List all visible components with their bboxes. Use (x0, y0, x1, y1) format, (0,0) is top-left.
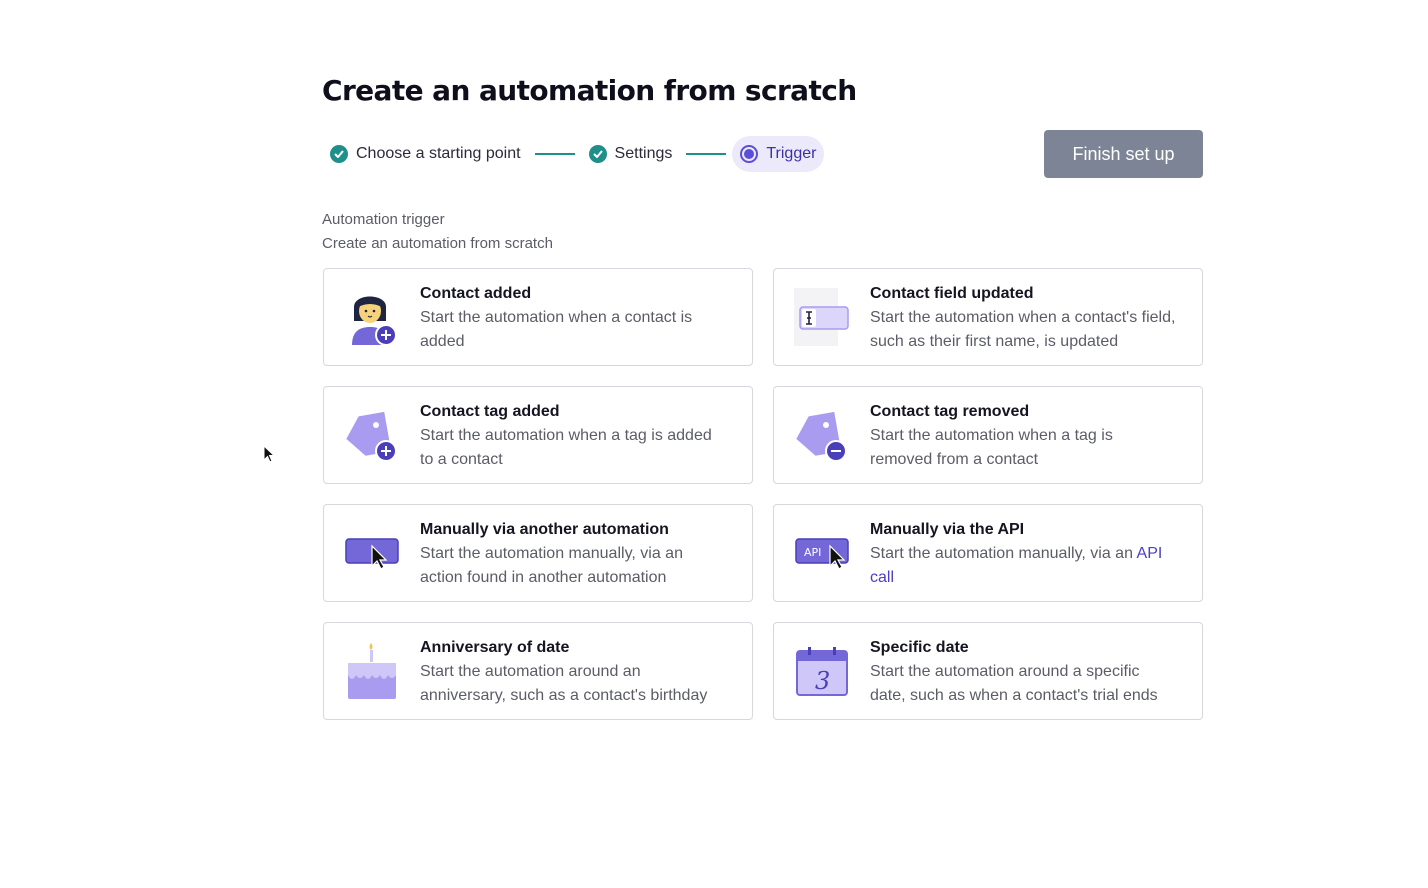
trigger-title: Anniversary of date (420, 639, 570, 656)
calendar-day-number: 3 (815, 667, 830, 695)
trigger-grid: Contact added Start the automation when … (323, 268, 1203, 720)
trigger-card-contact-field-updated[interactable]: Contact field updated Start the automati… (773, 268, 1203, 366)
trigger-title: Contact field updated (870, 285, 1034, 302)
trigger-card-anniversary[interactable]: Anniversary of date Start the automation… (323, 622, 753, 720)
trigger-description-text: Start the automation manually, via an (870, 545, 1137, 562)
trigger-description: Start the automation when a contact's fi… (870, 309, 1176, 350)
tag-remove-icon (774, 387, 870, 483)
trigger-card-manual-api[interactable]: API Manually via the API Start the autom… (773, 504, 1203, 602)
step-connector (534, 153, 575, 155)
contact-field-icon (774, 269, 870, 365)
page-title: Create an automation from scratch (322, 74, 857, 107)
step-trigger[interactable]: Trigger (732, 136, 825, 172)
trigger-card-manual-automation[interactable]: Manually via another automation Start th… (323, 504, 753, 602)
step-label: Choose a starting point (356, 145, 521, 162)
trigger-title: Contact tag added (420, 403, 560, 420)
trigger-title: Specific date (870, 639, 969, 656)
trigger-title: Contact added (420, 285, 532, 302)
trigger-card-contact-tag-added[interactable]: Contact tag added Start the automation w… (323, 386, 753, 484)
trigger-description: Start the automation around a specific d… (870, 663, 1158, 704)
trigger-title: Manually via another automation (420, 521, 669, 538)
mouse-pointer-icon (263, 445, 276, 463)
birthday-cake-icon (324, 623, 420, 719)
trigger-description: Start the automation when a tag is remov… (870, 427, 1113, 468)
step-connector (686, 153, 727, 155)
trigger-description: Start the automation manually, via an ac… (420, 545, 683, 586)
trigger-description: Start the automation when a tag is added… (420, 427, 712, 468)
step-label: Settings (614, 145, 673, 162)
trigger-card-contact-tag-removed[interactable]: Contact tag removed Start the automation… (773, 386, 1203, 484)
automation-cursor-icon (324, 505, 420, 601)
trigger-card-contact-added[interactable]: Contact added Start the automation when … (323, 268, 753, 366)
trigger-description: Start the automation manually, via an AP… (870, 542, 1178, 590)
finish-setup-button[interactable]: Finish set up (1044, 130, 1203, 178)
check-icon (330, 145, 348, 163)
trigger-description: Start the automation when a contact is a… (420, 309, 693, 350)
radio-active-icon (740, 145, 759, 163)
step-choose-starting-point[interactable]: Choose a starting point (322, 136, 529, 172)
trigger-description: Start the automation around an anniversa… (420, 663, 708, 704)
trigger-card-specific-date[interactable]: 3 Specific date Start the automation aro… (773, 622, 1203, 720)
api-cursor-icon: API (774, 505, 870, 601)
trigger-title: Manually via the API (870, 521, 1025, 538)
stepper: Choose a starting point Settings Trigger (322, 136, 825, 172)
trigger-title: Contact tag removed (870, 403, 1030, 420)
section-subtitle: Create an automation from scratch (322, 235, 553, 252)
tag-add-icon (324, 387, 420, 483)
calendar-icon: 3 (774, 623, 870, 719)
section-label: Automation trigger (322, 211, 445, 228)
check-icon (588, 145, 607, 163)
svg-text:API: API (804, 546, 821, 559)
step-label: Trigger (766, 145, 817, 162)
step-settings[interactable]: Settings (581, 136, 681, 172)
contact-added-icon (324, 269, 420, 365)
